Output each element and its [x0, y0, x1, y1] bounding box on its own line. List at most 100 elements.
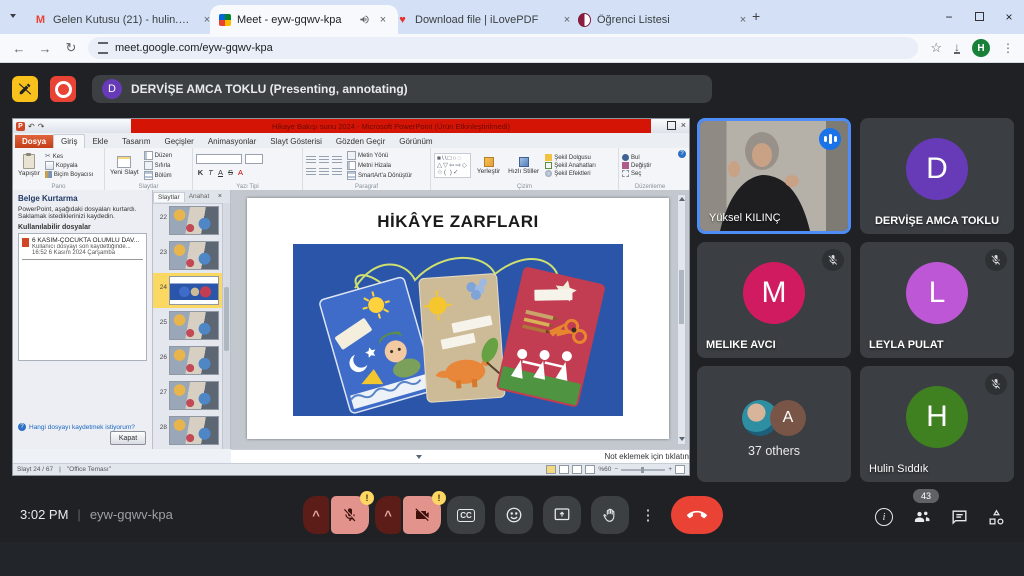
- slides-tab[interactable]: Slaytlar: [153, 192, 185, 202]
- slideshow-view-button[interactable]: [585, 465, 595, 474]
- people-button[interactable]: [910, 505, 934, 529]
- ribbon-tab-tasarim[interactable]: Tasarım: [115, 135, 157, 148]
- help-icon[interactable]: ?: [678, 150, 686, 158]
- presenter-banner[interactable]: D DERVİŞE AMCA TOKLU (Presenting, annota…: [92, 75, 712, 103]
- font-size-select[interactable]: [245, 154, 263, 164]
- participant-tile-others[interactable]: A 37 others: [697, 366, 851, 482]
- ribbon-tab-giris[interactable]: Giriş: [53, 134, 85, 148]
- slide-thumbnail[interactable]: 28: [153, 413, 223, 448]
- bookmark-star-icon[interactable]: ☆: [930, 40, 942, 56]
- format-painter-button[interactable]: Biçim Boyacısı: [45, 171, 93, 178]
- tab-ilovepdf[interactable]: ♥ Download file | iLovePDF ×: [388, 5, 582, 34]
- zoom-in-button[interactable]: +: [668, 466, 672, 473]
- pane-close-icon[interactable]: ×: [218, 193, 222, 200]
- participant-tile-leyla-pulat[interactable]: L LEYLA PULAT: [860, 242, 1014, 358]
- slide-thumbnail-selected[interactable]: 24: [153, 273, 223, 308]
- address-bar[interactable]: meet.google.com/eyw-gqwv-kpa: [88, 37, 918, 59]
- meeting-details-button[interactable]: i: [872, 505, 896, 529]
- section-button[interactable]: Bölüm: [144, 171, 172, 180]
- normal-view-button[interactable]: [546, 465, 556, 474]
- mic-toggle-button[interactable]: !: [331, 496, 369, 534]
- bullets-icon[interactable]: [306, 156, 316, 164]
- reset-button[interactable]: Sıfırla: [144, 161, 172, 170]
- numbering-icon[interactable]: [319, 156, 329, 164]
- tab-meet[interactable]: Meet - eyw-gqwv-kpa ×: [210, 5, 398, 34]
- recovery-help-link[interactable]: ? Hangi dosyayı kaydetmek istiyorum?: [18, 423, 135, 431]
- more-options-button[interactable]: ⋮: [636, 496, 660, 534]
- redo-icon[interactable]: ↷: [38, 122, 45, 131]
- font-color-button[interactable]: A: [236, 168, 245, 177]
- annotation-tool-button[interactable]: [12, 76, 38, 102]
- participant-tile-hulin-siddik[interactable]: H Hulin Sıddık: [860, 366, 1014, 482]
- outline-tab[interactable]: Anahat: [185, 192, 214, 201]
- ribbon-tab-slayt-gosterisi[interactable]: Slayt Gösterisi: [263, 135, 329, 148]
- shapes-gallery[interactable]: ■\\□○◌△▽⇦⇨◇☆( )✓: [434, 153, 471, 178]
- reload-button[interactable]: ↻: [58, 40, 84, 56]
- leave-call-button[interactable]: [671, 496, 723, 534]
- layout-button[interactable]: Düzen: [144, 151, 172, 160]
- ribbon-tab-gorunum[interactable]: Görünüm: [392, 135, 439, 148]
- tab-ogrenci-listesi[interactable]: Öğrenci Listesi ×: [570, 5, 758, 34]
- undo-icon[interactable]: ↶: [28, 122, 35, 131]
- bold-button[interactable]: K: [196, 168, 205, 177]
- participant-tile-melike-avci[interactable]: M MELIKE AVCI: [697, 242, 851, 358]
- maximize-button[interactable]: [964, 10, 994, 24]
- site-settings-icon[interactable]: [98, 42, 108, 54]
- copy-button[interactable]: Kopyala: [45, 161, 93, 170]
- minimize-button[interactable]: −: [934, 10, 964, 24]
- recovery-file-item[interactable]: 6 KASIM-ÇOCUKTA OLUMLU DAV... Kullanıcı …: [22, 237, 143, 256]
- ppt-restore-button[interactable]: [667, 121, 676, 130]
- ribbon-tab-gecisler[interactable]: Geçişler: [157, 135, 200, 148]
- camera-options-button[interactable]: ^: [375, 496, 401, 534]
- cut-button[interactable]: ✂Kes: [45, 153, 93, 160]
- close-button[interactable]: ×: [994, 10, 1024, 24]
- ribbon-tab-dosya[interactable]: Dosya: [15, 135, 53, 148]
- participant-tile-yuksel-kilinc[interactable]: Yüksel KILINÇ: [697, 118, 851, 234]
- slide-thumbnail[interactable]: 22: [153, 203, 223, 238]
- text-direction-button[interactable]: Metin Yönü: [347, 151, 412, 160]
- strikethrough-button[interactable]: S: [226, 168, 235, 177]
- smartart-button[interactable]: SmartArt'a Dönüştür: [347, 171, 412, 180]
- slide-thumbnail[interactable]: 25: [153, 308, 223, 343]
- notes-area[interactable]: Not eklemek için tıklatın: [231, 449, 689, 463]
- slide-sorter-view-button[interactable]: [559, 465, 569, 474]
- find-button[interactable]: Bul: [622, 154, 678, 161]
- present-button[interactable]: [543, 496, 581, 534]
- tab-gmail[interactable]: M Gelen Kutusu (21) - hulin.siddik ×: [26, 5, 222, 34]
- paste-button[interactable]: Yapıştır: [16, 154, 42, 177]
- browser-menu-icon[interactable]: ⋮: [1002, 41, 1014, 55]
- raise-hand-button[interactable]: [591, 496, 629, 534]
- slide-thumbnail[interactable]: 27: [153, 378, 223, 413]
- slide-image-story-envelopes[interactable]: [293, 244, 623, 416]
- captions-button[interactable]: CC: [447, 496, 485, 534]
- slide-thumbnail[interactable]: 23: [153, 238, 223, 273]
- tab-close-icon[interactable]: ×: [736, 13, 750, 27]
- activities-button[interactable]: [984, 505, 1008, 529]
- ribbon-tab-ekle[interactable]: Ekle: [85, 135, 115, 148]
- italic-button[interactable]: T: [206, 168, 215, 177]
- ribbon-tab-gozden-gecir[interactable]: Gözden Geçir: [329, 135, 392, 148]
- replace-button[interactable]: Değiştir: [622, 162, 678, 169]
- back-button[interactable]: ←: [6, 41, 32, 56]
- align-text-button[interactable]: Metni Hizala: [347, 161, 412, 170]
- downloads-icon[interactable]: ↓: [954, 42, 960, 54]
- record-indicator-button[interactable]: [50, 76, 76, 102]
- chat-button[interactable]: [947, 505, 971, 529]
- reading-view-button[interactable]: [572, 465, 582, 474]
- select-button[interactable]: Seç: [622, 170, 678, 177]
- font-name-select[interactable]: [196, 154, 242, 164]
- underline-button[interactable]: A: [216, 168, 225, 177]
- mic-options-button[interactable]: ^: [303, 496, 329, 534]
- new-slide-button[interactable]: Yeni Slayt: [108, 156, 141, 176]
- reactions-button[interactable]: [495, 496, 533, 534]
- profile-avatar[interactable]: H: [972, 39, 990, 57]
- new-tab-button[interactable]: +: [752, 8, 760, 24]
- participant-tile-dervise-amca-toklu[interactable]: D DERVİŞE AMCA TOKLU: [860, 118, 1014, 234]
- forward-button[interactable]: →: [32, 41, 58, 56]
- zoom-slider[interactable]: [621, 469, 665, 471]
- fit-to-window-button[interactable]: [675, 465, 685, 474]
- ppt-close-button[interactable]: ×: [681, 120, 686, 130]
- slide-scrollbar[interactable]: [677, 194, 686, 445]
- indent-icon[interactable]: [332, 156, 342, 164]
- shape-effects-button[interactable]: Şekil Efektleri: [545, 170, 596, 177]
